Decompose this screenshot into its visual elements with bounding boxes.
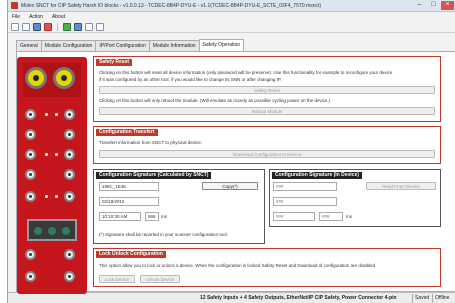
read-from-device-button[interactable]: Read From Device [366, 182, 436, 190]
menu-about[interactable]: About [52, 14, 65, 20]
download-configuration-button[interactable]: Download Configuration to Device [99, 150, 435, 158]
new-icon[interactable] [11, 22, 19, 31]
signature-device-panel: Configuration Signature (In Device) ### … [269, 169, 441, 227]
signature-device-heading: Configuration Signature (In Device) [272, 172, 362, 179]
io-port-connector [64, 169, 75, 180]
io-port-connector [25, 149, 36, 160]
status-device-description: 12 Safety Inputs + 4 Safety Outputs, Eth… [200, 295, 397, 301]
safety-reset-panel: Safety Reset Clicking on this button wil… [93, 56, 441, 122]
menu-bar: File Action About [8, 12, 455, 21]
settings-icon[interactable] [85, 22, 93, 31]
io-port-connector [64, 271, 75, 282]
window-controls: – □ × [413, 1, 454, 10]
save-icon[interactable] [33, 22, 41, 31]
reboot-module-button[interactable]: Reboot Module [99, 107, 435, 115]
status-led [45, 153, 48, 156]
menu-file[interactable]: File [12, 14, 20, 20]
ethernet-connector [64, 249, 75, 260]
io-port-connector [64, 191, 75, 202]
device-power-section [23, 63, 81, 97]
power-connector-out [53, 67, 75, 89]
reboot-description: Clicking on this button will only reboot… [99, 98, 331, 103]
safety-reset-description: Clicking on this button will reset all d… [99, 70, 393, 75]
window-title: Molex SNCT for CIP Safety Harsh IO block… [21, 2, 322, 9]
status-led [55, 195, 58, 198]
signature-ms-field: 668 [145, 212, 159, 221]
device-signature-time-field: ### [273, 212, 315, 221]
lock-unlock-panel: Lock Unlock Configuration This option al… [93, 248, 441, 287]
device-image [17, 57, 87, 294]
status-mode: Offline [432, 294, 451, 303]
device-ms-unit-label: ms [346, 214, 352, 219]
signature-snct-heading: Configuration Signature (Calculated by S… [96, 172, 212, 179]
io-port-connector [25, 109, 36, 120]
copy-signature-button[interactable]: Copy(*) [202, 182, 258, 190]
io-port-connector [25, 169, 36, 180]
io-port-connector [64, 129, 75, 140]
tab-ip-port-configuration[interactable]: IP/Port Configuration [95, 40, 150, 51]
safety-reset-description-2: if it was configured by an other tool, i… [99, 77, 282, 82]
minimize-button[interactable]: – [413, 1, 426, 10]
safety-reset-button[interactable]: Safety Reset [99, 86, 435, 94]
tab-safety-operation[interactable]: Safety Operation [198, 39, 245, 51]
device-signature-id-field: ### [273, 182, 337, 191]
device-rotary-switches [27, 219, 77, 241]
rotary-switch [62, 227, 70, 235]
app-icon [11, 2, 18, 9]
rotary-switch [34, 227, 42, 235]
device-signature-ms-field: ### [319, 212, 343, 221]
status-led [55, 153, 58, 156]
io-port-connector [25, 271, 36, 282]
unlock-device-button[interactable]: Unlock Device [140, 275, 180, 283]
signature-id-field: 198C_1E46 [99, 182, 159, 191]
io-port-connector [64, 149, 75, 160]
config-transfer-panel: Configuration Transfert Transfert inform… [93, 126, 441, 164]
safety-reset-heading: Safety Reset [96, 59, 133, 66]
signature-snct-panel: Configuration Signature (Calculated by S… [93, 169, 265, 244]
maximize-button[interactable]: □ [427, 1, 440, 10]
help-icon[interactable] [96, 22, 104, 31]
tab-strip: General Module Configuration IP/Port Con… [16, 39, 245, 51]
close-button[interactable]: × [441, 1, 454, 10]
lock-unlock-description: This option allow you to lock or unlock … [99, 263, 376, 268]
io-port-connector [25, 129, 36, 140]
status-led [55, 113, 58, 116]
tab-module-information[interactable]: Module Information [148, 40, 200, 51]
io-port-connector [64, 109, 75, 120]
menu-action[interactable]: Action [29, 14, 43, 20]
ms-unit-label: ms [161, 214, 167, 219]
lock-unlock-heading: Lock Unlock Configuration [96, 251, 166, 258]
tab-module-configuration[interactable]: Module Configuration [40, 40, 97, 51]
rotary-switch [48, 227, 56, 235]
toolbar [8, 21, 455, 33]
signature-time-field: 10:10:30 AM [99, 212, 141, 221]
transfer-icon[interactable] [74, 22, 82, 31]
connect-icon[interactable] [63, 22, 71, 31]
ethernet-connector [25, 249, 36, 260]
signature-note: (*) Signature shall be reported in your … [99, 232, 228, 237]
io-port-connector [25, 191, 36, 202]
open-icon[interactable] [22, 22, 30, 31]
config-transfer-description: Transfert information from SNCT to physi… [99, 140, 203, 145]
config-transfer-heading: Configuration Transfert [96, 129, 158, 136]
delete-icon[interactable] [44, 22, 52, 31]
status-saved: Saved [412, 294, 431, 303]
power-connector-in [25, 67, 47, 89]
device-signature-date-field: ### [273, 197, 337, 206]
status-led [45, 195, 48, 198]
signature-date-field: 02/19/2015 [99, 197, 159, 206]
title-bar: Molex SNCT for CIP Safety Harsh IO block… [8, 0, 455, 12]
tab-general[interactable]: General [16, 40, 42, 51]
lock-device-button[interactable]: Lock Device [99, 275, 135, 283]
toolbar-separator [57, 22, 58, 31]
status-led [45, 113, 48, 116]
